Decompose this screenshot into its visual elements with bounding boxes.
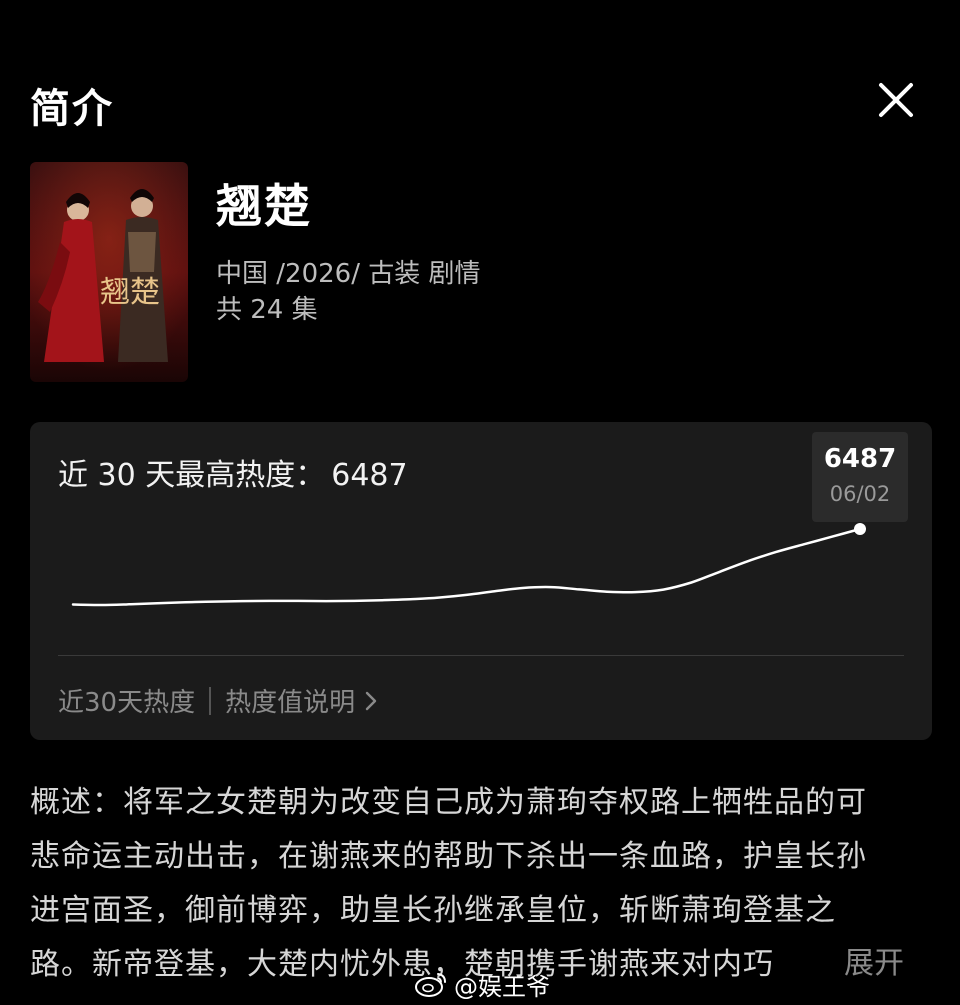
tooltip-value: 6487: [823, 444, 897, 474]
watermark-text: @娱王爷: [454, 972, 550, 1001]
weibo-icon: [415, 973, 446, 997]
show-meta: 中国 /2026/ 古装 剧情 共 24 集: [216, 256, 480, 328]
svg-text:翘楚: 翘楚: [100, 275, 160, 310]
show-poster: 翘楚: [30, 162, 188, 382]
chevron-right-icon: [365, 691, 377, 710]
chart-tooltip: 6487 06/02: [812, 432, 908, 522]
watermark: @娱王爷: [414, 968, 550, 1001]
tooltip-date: 06/02: [829, 482, 891, 506]
heat-explain-label: 热度值说明: [225, 688, 356, 718]
page-title: 简介: [30, 86, 114, 132]
episode-count: 共 24 集: [216, 295, 318, 325]
synopsis-line: 进宫面圣，御前博弈，助皇长孙继承皇位，斩断萧珣登基之: [30, 893, 836, 928]
heat-card: 近 30 天最高热度： 6487 6487 06/02 近30天热度 热度值说明: [30, 422, 932, 740]
heat-peak-point: [854, 523, 866, 535]
close-button[interactable]: [876, 80, 916, 120]
heat-footer: 近30天热度 热度值说明: [58, 682, 377, 719]
synopsis-line: 悲命运主动出击，在谢燕来的帮助下杀出一条血路，护皇长孙: [30, 839, 867, 874]
heat-line-chart: [71, 523, 866, 607]
heat-series-line: [71, 527, 862, 607]
synopsis-line: 概述：将军之女楚朝为改变自己成为萧珣夺权路上牺牲品的可: [30, 785, 867, 820]
separator: [209, 686, 212, 715]
expand-button[interactable]: 展开: [844, 938, 904, 982]
show-meta-line: 中国 /2026/ 古装 剧情: [216, 259, 481, 289]
heat-30-days-link[interactable]: 近30天热度: [58, 682, 195, 719]
synopsis: 概述：将军之女楚朝为改变自己成为萧珣夺权路上牺牲品的可 悲命运主动出击，在谢燕来…: [30, 776, 930, 992]
header: 简介: [30, 70, 930, 132]
card-divider: [58, 655, 904, 656]
show-title: 翘楚: [216, 179, 312, 233]
heat-explain-link[interactable]: 热度值说明: [225, 682, 377, 719]
close-icon: [879, 83, 913, 117]
